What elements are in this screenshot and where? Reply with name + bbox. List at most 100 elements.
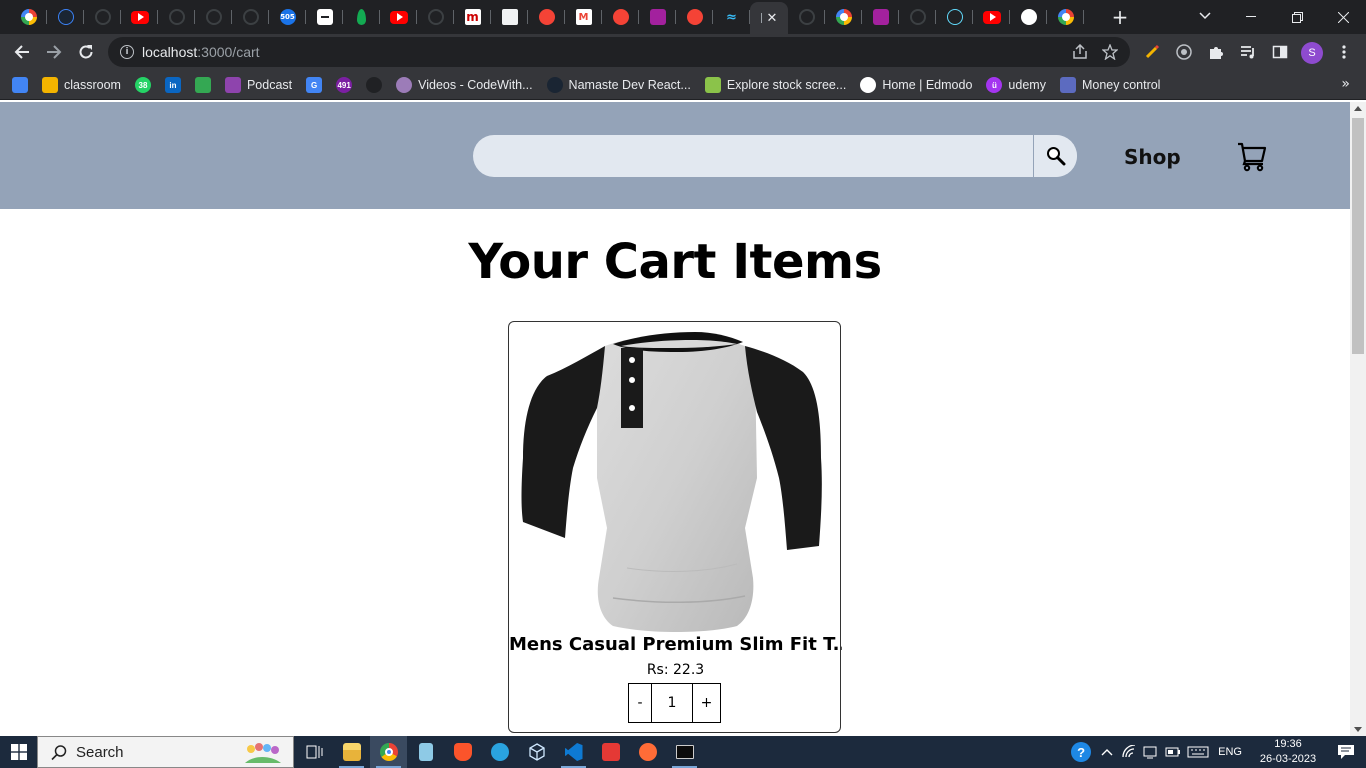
site-info-icon[interactable]: i [120,45,134,59]
tab[interactable] [639,0,676,34]
restore-button[interactable] [1274,0,1320,34]
chrome-button[interactable] [370,736,407,768]
tab[interactable] [825,0,862,34]
brave-button[interactable] [444,736,481,768]
tab[interactable] [936,0,973,34]
tab[interactable] [158,0,195,34]
tab[interactable] [121,0,158,34]
tab[interactable] [380,0,417,34]
wifi-icon[interactable] [1118,736,1140,768]
active-tab[interactable]: ✕ [750,2,788,34]
pen-extension-icon[interactable] [1142,42,1162,62]
bookmark-item[interactable]: Money control [1059,77,1160,93]
url-text[interactable]: localhost:3000/cart [142,44,260,60]
address-bar[interactable]: i localhost:3000/cart [108,37,1130,67]
record-extension-icon[interactable] [1174,42,1194,62]
tab[interactable] [788,0,825,34]
tab[interactable] [306,0,343,34]
vscode-button[interactable] [555,736,592,768]
bookmarks-overflow-button[interactable]: » [1341,76,1350,92]
tab[interactable] [1010,0,1047,34]
tab[interactable] [602,0,639,34]
scroll-up-arrow-icon[interactable] [1354,106,1362,111]
close-window-button[interactable] [1320,0,1366,34]
media-playlist-icon[interactable] [1238,42,1258,62]
forward-button[interactable] [40,38,68,66]
share-icon[interactable] [1070,42,1090,62]
new-tab-button[interactable]: + [1108,5,1132,29]
keyboard-icon[interactable] [1184,736,1212,768]
tab[interactable]: 505 [269,0,306,34]
increase-quantity-button[interactable]: + [692,683,721,723]
bookmark-item[interactable]: Home | Edmodo [860,77,972,93]
bookmark-item[interactable] [194,77,211,93]
tab[interactable]: M [565,0,602,34]
extensions-puzzle-icon[interactable] [1206,42,1226,62]
tab[interactable] [47,0,84,34]
badge-icon: 491 [336,77,353,93]
postman-button[interactable] [629,736,666,768]
terminal-button[interactable] [666,736,703,768]
profile-avatar[interactable]: S [1301,42,1323,64]
language-indicator[interactable]: ENG [1218,746,1242,758]
task-view-button[interactable] [296,736,333,768]
show-hidden-icons-chevron-icon[interactable] [1096,736,1118,768]
notifications-button[interactable] [1326,736,1366,768]
bookmark-item[interactable]: Explore stock scree... [704,77,846,93]
decrease-quantity-button[interactable]: - [628,683,652,723]
help-icon[interactable]: ? [1066,736,1096,768]
battery-icon[interactable] [1162,736,1184,768]
back-button[interactable] [8,38,36,66]
tab-search-chevron-icon[interactable] [1194,5,1216,27]
bookmark-item[interactable]: G [306,77,323,93]
tab[interactable] [84,0,121,34]
reload-button[interactable] [72,38,100,66]
tab[interactable]: ≈ [713,0,750,34]
bookmark-item[interactable]: 38 [134,77,151,93]
tab[interactable] [343,0,380,34]
bookmark-item[interactable]: in [164,77,181,93]
bookmark-item[interactable]: Podcast [224,77,292,93]
page-scrollbar[interactable] [1350,102,1366,736]
tab[interactable]: m [454,0,491,34]
tab[interactable] [10,0,47,34]
cart-button[interactable] [1236,140,1268,172]
bookmark-item[interactable]: Namaste Dev React... [546,77,691,93]
bookmark-item[interactable]: classroom [42,77,121,93]
close-icon[interactable]: ✕ [767,11,778,26]
notepad-button[interactable] [407,736,444,768]
minimize-button[interactable] [1228,0,1274,34]
bookmark-item[interactable]: ü udemy [986,77,1046,93]
bookmark-star-icon[interactable] [1100,42,1120,62]
3d-viewer-button[interactable] [518,736,555,768]
tab[interactable] [1047,0,1084,34]
tab[interactable] [491,0,528,34]
tab[interactable] [528,0,565,34]
notes-icon [316,9,333,25]
tab[interactable] [676,0,713,34]
menu-kebab-icon[interactable] [1334,42,1354,62]
bookmark-item[interactable] [366,77,383,93]
tab[interactable] [195,0,232,34]
taskbar-search-box[interactable]: Search [37,736,294,768]
tab[interactable] [973,0,1010,34]
tab[interactable] [417,0,454,34]
scroll-down-arrow-icon[interactable] [1354,727,1362,732]
start-button[interactable] [0,736,37,768]
clock[interactable]: 19:36 26-03-2023 [1250,737,1326,767]
tab[interactable] [899,0,936,34]
tab[interactable] [232,0,269,34]
wps-button[interactable] [592,736,629,768]
bookmark-item[interactable] [12,77,28,93]
file-explorer-button[interactable] [333,736,370,768]
search-button[interactable] [1033,135,1077,177]
shop-link[interactable]: Shop [1124,145,1181,169]
bookmark-item[interactable]: 491 [336,77,353,93]
side-panel-icon[interactable] [1270,42,1290,62]
telegram-button[interactable] [481,736,518,768]
display-icon[interactable] [1140,736,1162,768]
search-input[interactable] [473,135,1033,177]
bookmark-item[interactable]: Videos - CodeWith... [396,77,533,93]
tab[interactable] [862,0,899,34]
scrollbar-thumb[interactable] [1352,118,1364,354]
